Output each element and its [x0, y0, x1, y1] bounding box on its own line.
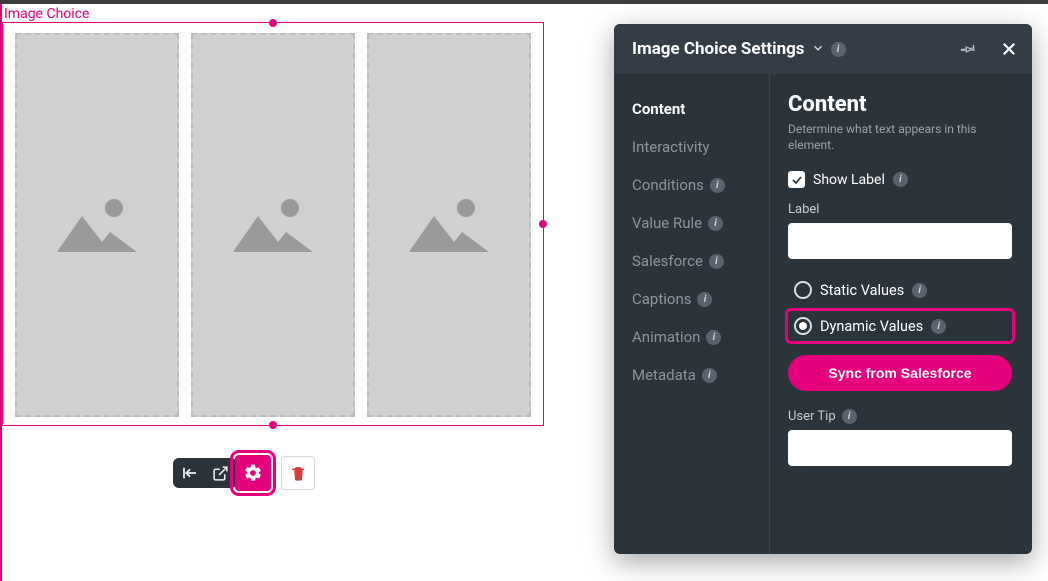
panel-header: Image Choice Settings i: [614, 24, 1032, 74]
dock-left-icon[interactable]: [181, 464, 199, 482]
nav-label: Salesforce: [632, 252, 703, 270]
panel-title: Image Choice Settings: [632, 39, 805, 59]
show-label-row[interactable]: Show Label i: [788, 171, 1012, 188]
nav-content[interactable]: Content: [632, 90, 769, 128]
resize-handle-top[interactable]: [269, 19, 277, 27]
content-heading: Content: [788, 92, 1012, 117]
info-icon[interactable]: i: [842, 409, 857, 424]
nav-label: Animation: [632, 328, 700, 346]
nav-conditions[interactable]: Conditions i: [632, 166, 769, 204]
value-mode-group: Static Values i Dynamic Values i: [788, 275, 1012, 341]
toolbar-dark-group: [173, 458, 237, 488]
show-label-text: Show Label: [813, 172, 885, 188]
nav-metadata[interactable]: Metadata i: [632, 356, 769, 394]
resize-handle-right[interactable]: [539, 220, 547, 228]
nav-label: Interactivity: [632, 138, 710, 156]
info-icon[interactable]: i: [912, 283, 927, 298]
label-field-label: Label: [788, 202, 1012, 217]
nav-value-rule[interactable]: Value Rule i: [632, 204, 769, 242]
radio-icon: [794, 281, 812, 299]
user-tip-input[interactable]: [788, 430, 1012, 466]
nav-label: Content: [632, 100, 685, 118]
info-icon: i: [709, 254, 724, 269]
sync-salesforce-button[interactable]: Sync from Salesforce: [788, 355, 1012, 391]
info-icon: i: [697, 292, 712, 307]
content-description: Determine what text appears in this elem…: [788, 121, 1012, 153]
resize-handle-bottom[interactable]: [269, 421, 277, 429]
info-icon[interactable]: i: [931, 319, 946, 334]
image-slot[interactable]: [15, 33, 179, 417]
label-input[interactable]: [788, 223, 1012, 259]
info-icon[interactable]: i: [831, 42, 846, 57]
image-choice-element[interactable]: [2, 22, 544, 426]
info-icon[interactable]: i: [893, 172, 908, 187]
image-placeholder-icon: [404, 194, 494, 256]
info-icon: i: [702, 368, 717, 383]
image-choices-row: [3, 23, 543, 417]
radio-label: Dynamic Values: [820, 318, 923, 335]
settings-button[interactable]: [235, 455, 271, 491]
panel-content: Content Determine what text appears in t…: [770, 74, 1032, 554]
image-placeholder-icon: [228, 194, 318, 256]
nav-salesforce[interactable]: Salesforce i: [632, 242, 769, 280]
delete-button[interactable]: [281, 456, 315, 490]
radio-label: Static Values: [820, 282, 904, 299]
nav-animation[interactable]: Animation i: [632, 318, 769, 356]
panel-nav: Content Interactivity Conditions i Value …: [614, 74, 770, 554]
image-slot[interactable]: [367, 33, 531, 417]
info-icon: i: [706, 330, 721, 345]
user-tip-label: User Tip i: [788, 409, 1012, 424]
image-placeholder-icon: [52, 194, 142, 256]
pin-icon[interactable]: [960, 40, 978, 58]
element-toolbar: [173, 455, 315, 491]
static-values-option[interactable]: Static Values i: [788, 275, 1012, 305]
nav-captions[interactable]: Captions i: [632, 280, 769, 318]
close-icon[interactable]: [1000, 40, 1018, 58]
open-external-icon[interactable]: [211, 464, 229, 482]
chevron-down-icon[interactable]: [811, 40, 825, 59]
nav-label: Value Rule: [632, 214, 702, 232]
image-slot[interactable]: [191, 33, 355, 417]
info-icon: i: [710, 178, 725, 193]
radio-icon: [794, 317, 812, 335]
dynamic-values-option[interactable]: Dynamic Values i: [788, 311, 1012, 341]
show-label-checkbox[interactable]: [788, 171, 805, 188]
nav-label: Conditions: [632, 176, 704, 194]
info-icon: i: [708, 216, 723, 231]
nav-label: Metadata: [632, 366, 696, 384]
settings-panel: Image Choice Settings i Content Interact…: [614, 24, 1032, 554]
nav-label: Captions: [632, 290, 691, 308]
nav-interactivity[interactable]: Interactivity: [632, 128, 769, 166]
element-type-label: Image Choice: [0, 4, 1048, 22]
